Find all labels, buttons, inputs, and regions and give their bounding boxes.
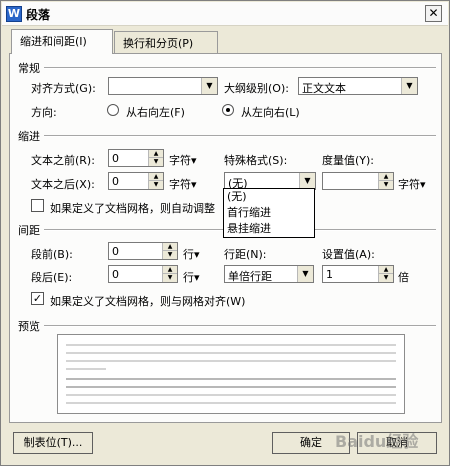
- indent-grid-checkbox[interactable]: [31, 199, 44, 212]
- direction-label: 方向:: [31, 106, 57, 119]
- alignment-select[interactable]: ▼: [108, 77, 218, 95]
- title-bar: W 段落 ✕: [2, 2, 448, 26]
- indent-after-label: 文本之后(X):: [31, 178, 95, 191]
- spin-up-icon[interactable]: ▲: [148, 173, 163, 181]
- rtl-radio[interactable]: [107, 104, 119, 116]
- special-format-label: 特殊格式(S):: [224, 154, 288, 167]
- preview-text-line: [66, 344, 396, 346]
- spacing-grid-label: 如果定义了文档网格，则与网格对齐(W): [50, 295, 246, 308]
- setting-spinner[interactable]: 1 ▲ ▼: [322, 265, 394, 283]
- spacing-after-spinner[interactable]: 0 ▲ ▼: [108, 265, 178, 283]
- setting-unit: 倍: [398, 271, 409, 284]
- setting-value: 1: [326, 268, 333, 281]
- tab-label: 缩进和间距(I): [20, 35, 87, 48]
- spacing-before-value: 0: [112, 245, 119, 258]
- spin-up-icon[interactable]: ▲: [148, 150, 163, 158]
- close-button[interactable]: ✕: [425, 5, 442, 22]
- chevron-down-icon[interactable]: ▼: [299, 173, 315, 189]
- divider: [44, 67, 436, 69]
- alignment-label: 对齐方式(G):: [31, 82, 96, 95]
- tab-line-page-breaks[interactable]: 换行和分页(P): [114, 31, 218, 53]
- tab-label: 换行和分页(P): [123, 37, 194, 50]
- ltr-label: 从左向右(L): [241, 106, 300, 119]
- spin-up-icon[interactable]: ▲: [162, 266, 177, 274]
- indent-after-spinner[interactable]: 0 ▲ ▼: [108, 172, 164, 190]
- spacing-after-value: 0: [112, 268, 119, 281]
- spin-down-icon[interactable]: ▼: [162, 251, 177, 259]
- divider: [44, 325, 436, 327]
- tab-stops-label: 制表位(T)...: [23, 436, 83, 449]
- spin-up-icon[interactable]: ▲: [378, 266, 393, 274]
- dropdown-option[interactable]: (无): [224, 189, 314, 205]
- setting-label: 设置值(A):: [322, 248, 375, 261]
- close-icon: ✕: [428, 6, 439, 20]
- line-spacing-value: 单倍行距: [228, 270, 272, 283]
- spin-down-icon[interactable]: ▼: [378, 181, 393, 189]
- outline-level-select[interactable]: 正文文本 ▼: [298, 77, 418, 95]
- watermark: Baidu经验: [335, 432, 419, 451]
- spin-down-icon[interactable]: ▼: [148, 181, 163, 189]
- indent-after-unit[interactable]: 字符▾: [169, 176, 197, 192]
- measure-spinner[interactable]: ▲ ▼: [322, 172, 394, 190]
- preview-text-line: [66, 386, 396, 388]
- spin-down-icon[interactable]: ▼: [162, 274, 177, 282]
- indent-before-unit[interactable]: 字符▾: [169, 152, 197, 168]
- outline-level-value: 正文文本: [302, 82, 346, 95]
- preview-text-line: [66, 352, 396, 354]
- outline-level-label: 大纲级别(O):: [224, 82, 289, 95]
- chevron-down-icon[interactable]: ▼: [297, 266, 313, 282]
- rtl-label: 从右向左(F): [126, 106, 185, 119]
- line-spacing-label: 行距(N):: [224, 248, 267, 261]
- ltr-radio[interactable]: [222, 104, 234, 116]
- spacing-after-unit[interactable]: 行▾: [183, 269, 200, 285]
- tab-stops-button[interactable]: 制表位(T)...: [13, 432, 93, 454]
- indent-before-label: 文本之前(R):: [31, 154, 95, 167]
- preview-heading: 预览: [18, 320, 40, 333]
- dropdown-option[interactable]: 首行缩进: [224, 205, 314, 221]
- tab-panel: 常规 对齐方式(G): ▼ 大纲级别(O): 正文文本 ▼ 方向: 从右向左(F…: [9, 53, 442, 423]
- measure-unit[interactable]: 字符▾: [398, 176, 426, 192]
- spacing-heading: 间距: [18, 224, 40, 237]
- wps-writer-icon: W: [6, 6, 22, 22]
- spacing-before-unit[interactable]: 行▾: [183, 246, 200, 262]
- measure-label: 度量值(Y):: [322, 154, 375, 167]
- spacing-before-label: 段前(B):: [31, 248, 73, 261]
- preview-text-line: [66, 360, 396, 362]
- general-heading: 常规: [18, 62, 40, 75]
- ok-label: 确定: [300, 436, 322, 449]
- tab-indent-spacing[interactable]: 缩进和间距(I): [11, 29, 113, 54]
- indent-heading: 缩进: [18, 130, 40, 143]
- line-spacing-select[interactable]: 单倍行距 ▼: [224, 265, 314, 283]
- spacing-before-spinner[interactable]: 0 ▲ ▼: [108, 242, 178, 260]
- preview-box: [57, 334, 405, 414]
- divider: [44, 135, 436, 137]
- indent-before-spinner[interactable]: 0 ▲ ▼: [108, 149, 164, 167]
- spin-down-icon[interactable]: ▼: [378, 274, 393, 282]
- dialog-title: 段落: [26, 8, 51, 22]
- spin-up-icon[interactable]: ▲: [162, 243, 177, 251]
- preview-text-line: [66, 368, 106, 370]
- chevron-down-icon[interactable]: ▼: [401, 78, 417, 94]
- spin-up-icon[interactable]: ▲: [378, 173, 393, 181]
- paragraph-dialog: W 段落 ✕ 缩进和间距(I) 换行和分页(P) 常规 对齐方式(G): ▼ 大…: [0, 0, 450, 466]
- indent-grid-label: 如果定义了文档网格，则自动调整: [50, 202, 215, 215]
- spacing-after-label: 段后(E):: [31, 271, 73, 284]
- indent-before-value: 0: [112, 152, 119, 165]
- chevron-down-icon[interactable]: ▼: [201, 78, 217, 94]
- spacing-grid-checkbox[interactable]: ✓: [31, 292, 44, 305]
- special-format-dropdown: (无) 首行缩进 悬挂缩进: [223, 188, 315, 238]
- preview-text-line: [66, 402, 396, 404]
- preview-text-line: [66, 378, 396, 380]
- indent-after-value: 0: [112, 175, 119, 188]
- preview-text-line: [66, 394, 396, 396]
- spin-down-icon[interactable]: ▼: [148, 158, 163, 166]
- dropdown-option[interactable]: 悬挂缩进: [224, 221, 314, 237]
